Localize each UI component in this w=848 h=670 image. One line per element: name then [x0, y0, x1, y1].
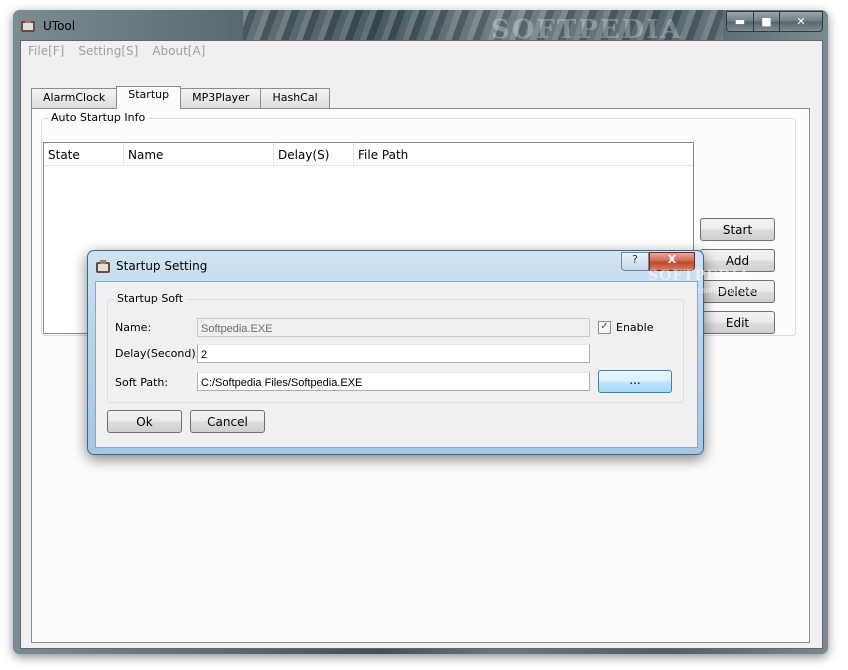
path-field[interactable] [197, 372, 590, 391]
menu-file[interactable]: File[F] [21, 41, 71, 62]
path-label: Soft Path: [115, 376, 169, 389]
col-file-path[interactable]: File Path [354, 143, 692, 165]
close-icon: ✕ [796, 15, 806, 28]
tab-mp3player[interactable]: MP3Player [180, 88, 262, 109]
minimize-icon: ▬ [734, 15, 746, 28]
startup-setting-dialog: Startup Setting ? X SOFTPEDIA www.softpe… [87, 250, 758, 455]
name-label: Name: [115, 321, 152, 334]
ok-button[interactable]: Ok [107, 410, 182, 433]
enable-label: Enable [616, 321, 654, 334]
close-button[interactable]: ✕ [780, 11, 823, 32]
auto-startup-label: Auto Startup Info [48, 111, 149, 124]
col-delay[interactable]: Delay(S) [274, 143, 354, 165]
delay-field[interactable] [197, 344, 590, 363]
menu-setting[interactable]: Setting[S] [71, 41, 145, 62]
close-icon: X [667, 253, 677, 266]
start-button[interactable]: Start [700, 218, 775, 241]
tab-hashcal[interactable]: HashCal [260, 88, 330, 109]
col-name[interactable]: Name [124, 143, 274, 165]
app-icon [21, 19, 35, 32]
col-state[interactable]: State [44, 143, 124, 165]
edit-button[interactable]: Edit [700, 311, 775, 334]
cancel-button[interactable]: Cancel [190, 410, 265, 433]
list-header: State Name Delay(S) File Path [44, 143, 693, 166]
help-icon: ? [632, 253, 638, 266]
enable-checkbox[interactable]: ✓ [598, 321, 611, 334]
caption-buttons: ▬ ■ ✕ [726, 11, 823, 32]
tab-strip: AlarmClock Startup MP3Player HashCal [31, 86, 330, 109]
startup-soft-label: Startup Soft [114, 292, 187, 305]
maximize-icon: ■ [761, 15, 772, 28]
menu-bar: File[F] Setting[S] About[A] [21, 41, 822, 62]
browse-button[interactable]: ... [598, 370, 672, 393]
maximize-button[interactable]: ■ [754, 11, 780, 32]
window-title: UTool [43, 19, 76, 33]
check-icon: ✓ [600, 321, 609, 332]
tab-startup[interactable]: Startup [116, 86, 182, 109]
help-button[interactable]: ? [621, 252, 649, 271]
name-field [197, 318, 590, 337]
dialog-body: Startup Soft Name: ✓ Enable Delay(Second… [95, 281, 698, 448]
tab-alarmclock[interactable]: AlarmClock [31, 88, 118, 109]
dialog-title: Startup Setting [116, 259, 208, 273]
delay-label: Delay(Second): [115, 347, 200, 360]
minimize-button[interactable]: ▬ [726, 11, 754, 32]
menu-about[interactable]: About[A] [145, 41, 212, 62]
dialog-app-icon [96, 260, 110, 273]
